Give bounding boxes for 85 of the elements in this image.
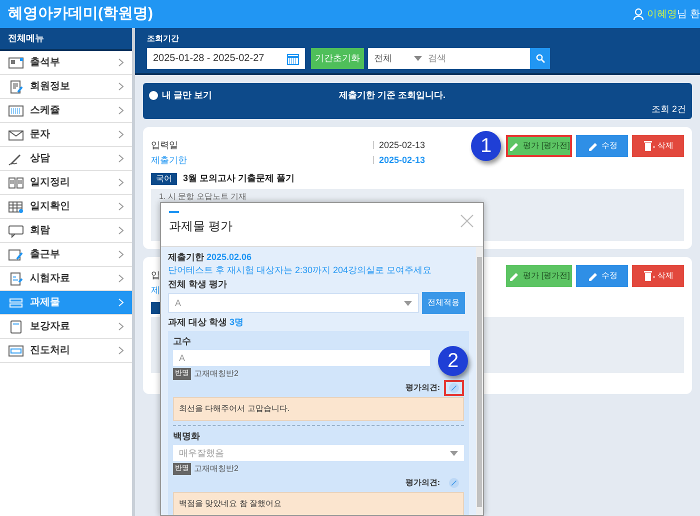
chevron-right-icon <box>118 106 124 115</box>
chevron-right-icon <box>118 298 124 307</box>
comment-text: 백점을 맞았네요 참 잘했어요 <box>179 499 282 508</box>
document-icon <box>8 272 24 286</box>
chevron-right-icon <box>118 58 124 67</box>
dialog-note: 단어테스트 후 재시험 대상자는 2:30까지 204강의실로 모여주세요 <box>168 264 432 276</box>
chevron-right-icon <box>118 250 124 259</box>
table-icon <box>8 200 24 214</box>
field-value: 2025-02-13 <box>379 138 426 150</box>
close-icon <box>460 214 474 228</box>
chevron-right-icon <box>118 274 124 283</box>
chat-icon <box>8 224 24 238</box>
notebook-icon <box>8 320 24 334</box>
clipboard-icon <box>8 248 24 262</box>
target-students-text: 과제 대상 학생 3명 <box>168 316 245 328</box>
post-title: 3월 모의고사 기출문제 풀기 <box>183 172 295 185</box>
pencil-icon <box>449 478 459 488</box>
app-title: 혜영아카데미(학원명) <box>8 4 153 24</box>
chevron-right-icon <box>118 178 124 187</box>
result-count: 조회 2건 <box>651 102 686 116</box>
edit-opinion-button[interactable] <box>444 380 464 396</box>
toggle-circle-icon <box>149 91 158 100</box>
dialog-title: 과제물 평가 <box>169 218 232 235</box>
search-button[interactable] <box>530 48 550 69</box>
scrollbar[interactable] <box>476 247 483 515</box>
chevron-right-icon <box>118 130 124 139</box>
all-students-label: 전체 학생 평가 <box>168 278 228 290</box>
date-range-field[interactable]: 2025-01-28 - 2025-02-27 <box>147 48 305 69</box>
pencil-icon <box>508 140 520 152</box>
title-accent <box>169 211 179 213</box>
field-label: 입 <box>151 270 160 280</box>
field-value: 2025-02-13 <box>379 154 426 166</box>
calendar-icon <box>287 52 299 64</box>
pencil-icon <box>449 383 459 393</box>
caret-down-icon <box>450 450 458 456</box>
board-icon <box>8 56 24 70</box>
book-icon <box>8 176 24 190</box>
evaluate-button[interactable]: 평가 [평가전] <box>506 265 572 287</box>
chevron-right-icon <box>118 154 124 163</box>
search-icon <box>536 54 544 63</box>
delete-button[interactable]: 삭제 <box>632 265 684 287</box>
student-name: 고수 <box>173 335 191 347</box>
opinion-label: 평가의견: <box>405 477 440 489</box>
field-label: 제출기한 <box>151 155 187 165</box>
opinion-label: 평가의견: <box>405 382 440 394</box>
chevron-right-icon <box>118 346 124 355</box>
class-name: 고재매칭반2 <box>194 463 238 475</box>
search-input[interactable]: 검색 <box>428 52 524 66</box>
calendar-icon <box>8 104 24 118</box>
sidebar-title: 전체메뉴 <box>8 32 44 45</box>
caret-down-icon <box>414 56 422 61</box>
notice-message: 제출기한 기준 조회입니다. <box>339 89 446 102</box>
post-body-text: 1. 시 문항 오답노트 기재 <box>159 192 247 200</box>
my-posts-toggle[interactable]: 내 글만 보기 <box>162 89 212 102</box>
field-label: 제 <box>151 285 160 295</box>
callout-number: 1 <box>471 131 501 161</box>
comment-text: 최선을 다해주어서 고맙습니다. <box>179 404 290 413</box>
stack-icon <box>8 296 24 310</box>
chevron-right-icon <box>118 226 124 235</box>
field-label: 입력일 <box>151 140 178 150</box>
pencil-icon <box>508 270 520 282</box>
pencil-icon <box>586 140 598 152</box>
envelope-icon <box>8 128 24 142</box>
subject-tag: 국어 <box>151 172 177 185</box>
monitor-icon <box>8 344 24 358</box>
student-name: 백명화 <box>173 430 200 442</box>
chevron-right-icon <box>118 322 124 331</box>
close-button[interactable] <box>459 213 475 229</box>
scrollbar-thumb[interactable] <box>477 257 482 507</box>
pencil-icon <box>586 270 598 282</box>
user-greeting: 이혜영 님 환 <box>647 8 700 22</box>
trash-icon <box>642 140 654 152</box>
callout-number: 2 <box>438 346 468 376</box>
search-field[interactable]: 전체 검색 <box>368 48 530 69</box>
filter-label: 조회기간 <box>147 33 180 45</box>
delete-button[interactable]: 삭제 <box>632 135 684 157</box>
deadline-text: 제출기한 2025.02.06 <box>168 251 253 263</box>
chevron-right-icon <box>118 82 124 91</box>
trash-icon <box>642 270 654 282</box>
user-icon <box>633 8 644 20</box>
caret-down-icon <box>404 300 412 306</box>
chevron-right-icon <box>118 202 124 211</box>
document-icon <box>8 80 24 94</box>
evaluate-button[interactable]: 평가 [평가전] <box>506 135 572 157</box>
class-name: 고재매칭반2 <box>194 368 238 380</box>
